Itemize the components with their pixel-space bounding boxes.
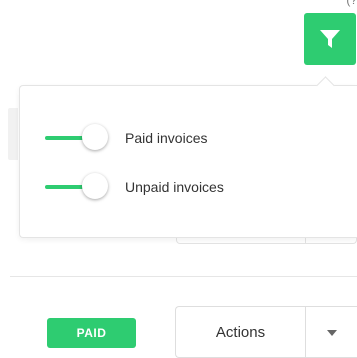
caret-down-icon bbox=[326, 323, 337, 341]
toggle-knob[interactable] bbox=[82, 173, 108, 199]
actions-split-button: Actions bbox=[175, 306, 357, 358]
actions-dropdown-toggle[interactable] bbox=[306, 307, 357, 357]
unpaid-invoices-label: Unpaid invoices bbox=[125, 179, 224, 195]
filter-button[interactable] bbox=[304, 13, 356, 65]
paid-invoices-toggle[interactable] bbox=[45, 123, 109, 153]
toggle-knob[interactable] bbox=[82, 124, 108, 150]
toggle-row-paid: Paid invoices bbox=[45, 123, 208, 153]
paid-invoices-label: Paid invoices bbox=[125, 130, 208, 146]
toggle-row-unpaid: Unpaid invoices bbox=[45, 172, 224, 202]
filter-icon bbox=[319, 28, 341, 50]
cropped-text-fragment: (? bbox=[346, 0, 357, 7]
filter-popover bbox=[19, 85, 357, 238]
background-panel bbox=[8, 108, 18, 160]
section-divider bbox=[10, 276, 357, 277]
actions-button[interactable]: Actions bbox=[176, 307, 306, 357]
unpaid-invoices-toggle[interactable] bbox=[45, 172, 109, 202]
status-badge: PAID bbox=[47, 318, 136, 348]
